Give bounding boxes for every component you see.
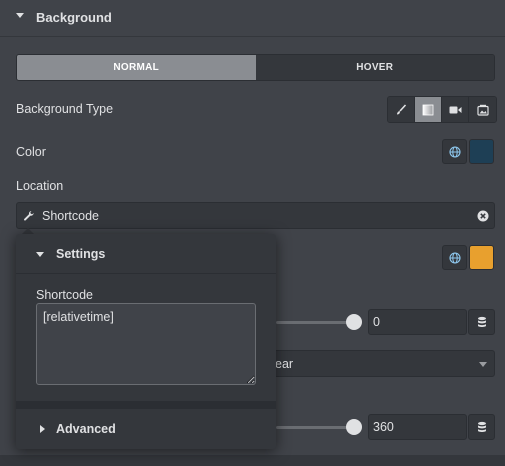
- slideshow-icon: [476, 104, 489, 116]
- gradient-icon: [422, 104, 434, 115]
- database-icon: [477, 421, 486, 432]
- location-label: Location: [16, 179, 64, 193]
- shortcode-textarea[interactable]: [relativetime]: [36, 303, 256, 385]
- slider-1-input[interactable]: 0: [368, 309, 467, 335]
- dynamic-tags-button-2[interactable]: [468, 414, 495, 440]
- wrench-icon: [24, 211, 34, 221]
- shortcode-label: Shortcode: [36, 288, 93, 302]
- brush-icon: [397, 103, 407, 114]
- chevron-down-icon: [479, 362, 487, 367]
- location-value: Shortcode: [42, 209, 99, 223]
- popover-divider: [16, 401, 276, 409]
- slider-knob-2[interactable]: [346, 419, 362, 435]
- color-swatch-2[interactable]: [469, 245, 494, 270]
- global-color-button-2[interactable]: [442, 245, 467, 270]
- color-label: Color: [16, 145, 46, 159]
- section-title: Background: [36, 10, 112, 25]
- background-type-group: [387, 96, 497, 123]
- popover-advanced-title: Advanced: [56, 422, 116, 436]
- caret-down-icon: [36, 252, 44, 257]
- dynamic-tag-settings-popover: Settings Shortcode [relativetime] Advanc…: [16, 234, 276, 449]
- slider-track-1[interactable]: [276, 321, 356, 324]
- caret-right-icon: [40, 425, 45, 433]
- color-swatch[interactable]: [469, 139, 494, 164]
- global-color-button[interactable]: [442, 139, 467, 164]
- popover-settings-header[interactable]: Settings: [16, 234, 276, 274]
- popover-settings-title: Settings: [56, 247, 106, 261]
- section-header-background[interactable]: Background: [0, 0, 505, 37]
- background-type-gradient-button[interactable]: [415, 97, 442, 122]
- tab-hover[interactable]: HOVER: [255, 55, 494, 80]
- video-icon: [449, 106, 461, 113]
- panel-bottom-strip: [0, 455, 505, 466]
- caret-down-icon: [16, 13, 24, 18]
- database-icon: [477, 316, 486, 327]
- clear-icon[interactable]: [477, 210, 489, 222]
- background-type-slideshow-button[interactable]: [469, 97, 496, 122]
- slider-track-2[interactable]: [276, 426, 356, 429]
- type-select-value: ear: [275, 357, 294, 371]
- type-select[interactable]: ear: [270, 350, 495, 377]
- globe-icon: [448, 145, 461, 158]
- slider-knob-1[interactable]: [346, 314, 362, 330]
- location-field[interactable]: Shortcode: [16, 202, 495, 229]
- globe-icon: [448, 251, 461, 264]
- dynamic-tags-button-1[interactable]: [468, 309, 495, 335]
- state-tabs: NORMAL HOVER: [16, 54, 495, 81]
- background-type-label: Background Type: [16, 102, 114, 116]
- background-type-video-button[interactable]: [442, 97, 469, 122]
- background-type-classic-button[interactable]: [388, 97, 415, 122]
- slider-2-input[interactable]: 360: [368, 414, 467, 440]
- tab-normal[interactable]: NORMAL: [17, 55, 256, 80]
